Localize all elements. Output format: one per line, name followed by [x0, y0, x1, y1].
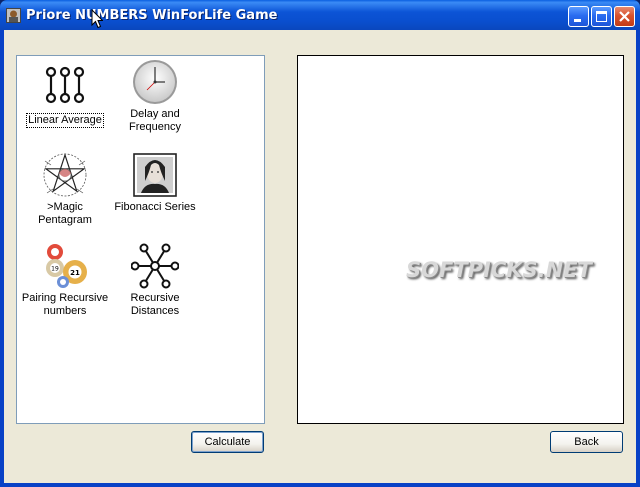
- tool-linear-average[interactable]: Linear Average: [19, 64, 111, 128]
- tool-recursive-distances[interactable]: Recursive Distances: [109, 242, 201, 318]
- minimize-icon: [574, 19, 581, 22]
- window-title: Priore NUMBERS WinForLife Game: [26, 8, 278, 23]
- close-button[interactable]: [614, 6, 635, 27]
- maximize-icon: [596, 11, 607, 22]
- tool-label: Linear Average: [26, 113, 104, 128]
- tool-magic-pentagram[interactable]: >Magic Pentagram: [19, 151, 111, 227]
- close-icon: [619, 11, 630, 22]
- tool-label: Fibonacci Series: [114, 201, 196, 213]
- svg-text:19: 19: [51, 266, 59, 273]
- network-icon: [131, 243, 179, 289]
- client-area: Linear Average Delay and Frequency >Magi…: [4, 30, 636, 483]
- lottery-balls-icon: 19 21: [46, 244, 87, 288]
- back-button[interactable]: Back: [550, 431, 623, 453]
- app-icon[interactable]: [6, 8, 21, 23]
- clock-icon: [133, 60, 177, 104]
- mouse-cursor-icon: [91, 9, 103, 29]
- window-frame-right: [636, 30, 640, 487]
- calculate-button[interactable]: Calculate: [191, 431, 264, 453]
- window-frame-bottom: [0, 483, 640, 487]
- tool-label: Recursive Distances: [130, 292, 180, 317]
- linear-average-icon: [45, 66, 85, 104]
- tool-label: >Magic Pentagram: [38, 201, 92, 226]
- pentagram-icon: [43, 153, 87, 197]
- fibonacci-portrait-icon: [133, 153, 177, 197]
- svg-text:21: 21: [70, 269, 80, 277]
- tool-delay-frequency[interactable]: Delay and Frequency: [109, 58, 201, 134]
- app-window: Priore NUMBERS WinForLife Game Linear Av…: [0, 0, 640, 487]
- minimize-button[interactable]: [568, 6, 589, 27]
- title-bar[interactable]: Priore NUMBERS WinForLife Game: [0, 0, 640, 30]
- tool-pairing-recursive[interactable]: 19 21 Pairing Recursive numbers: [19, 242, 111, 318]
- tool-label: Pairing Recursive numbers: [21, 292, 109, 317]
- result-preview-panel: SOFTPICKS.NET: [297, 55, 624, 424]
- watermark-text: SOFTPICKS.NET: [406, 258, 592, 282]
- maximize-button[interactable]: [591, 6, 612, 27]
- tool-fibonacci-series[interactable]: Fibonacci Series: [109, 151, 201, 214]
- method-list-panel: Linear Average Delay and Frequency >Magi…: [16, 55, 265, 424]
- tool-label: Delay and Frequency: [129, 108, 181, 133]
